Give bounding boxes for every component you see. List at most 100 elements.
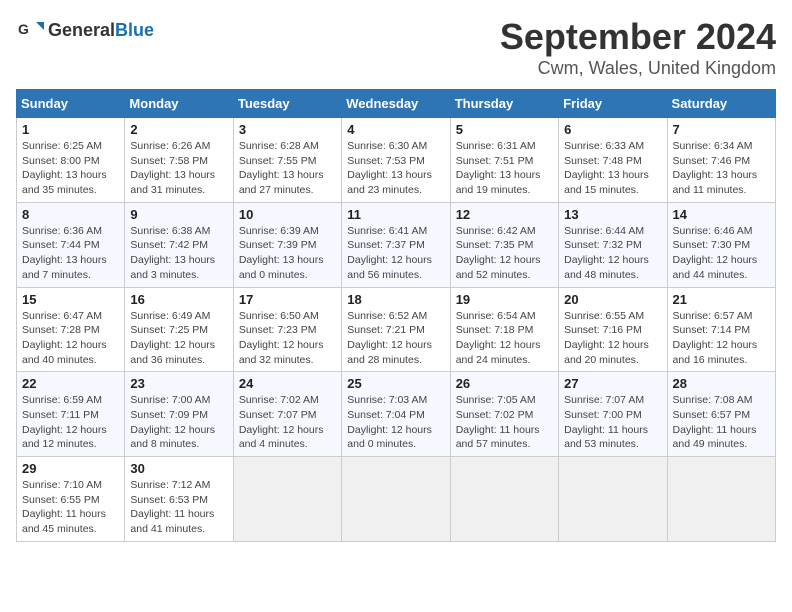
day-number: 26 — [456, 376, 553, 391]
day-number: 27 — [564, 376, 661, 391]
calendar-cell: 27 Sunrise: 7:07 AMSunset: 7:00 PMDayligh… — [559, 372, 667, 457]
day-detail: Sunrise: 6:49 AMSunset: 7:25 PMDaylight:… — [130, 309, 227, 368]
day-detail: Sunrise: 7:12 AMSunset: 6:53 PMDaylight:… — [130, 478, 227, 537]
day-number: 7 — [673, 122, 770, 137]
calendar-cell — [233, 457, 341, 542]
day-detail: Sunrise: 7:08 AMSunset: 6:57 PMDaylight:… — [673, 393, 770, 452]
day-detail: Sunrise: 6:52 AMSunset: 7:21 PMDaylight:… — [347, 309, 444, 368]
calendar-cell: 11Sunrise: 6:41 AMSunset: 7:37 PMDayligh… — [342, 202, 450, 287]
day-number: 9 — [130, 207, 227, 222]
weekday-header-saturday: Saturday — [667, 90, 775, 118]
calendar-cell: 20Sunrise: 6:55 AMSunset: 7:16 PMDayligh… — [559, 287, 667, 372]
day-number: 10 — [239, 207, 336, 222]
month-title: September 2024 — [500, 16, 776, 58]
day-detail: Sunrise: 7:02 AMSunset: 7:07 PMDaylight:… — [239, 393, 336, 452]
day-detail: Sunrise: 6:55 AMSunset: 7:16 PMDaylight:… — [564, 309, 661, 368]
calendar-cell: 24 Sunrise: 7:02 AMSunset: 7:07 PMDayligh… — [233, 372, 341, 457]
day-number: 25 — [347, 376, 444, 391]
logo-blue: Blue — [115, 20, 154, 40]
calendar-cell: 17 Sunrise: 6:50 AMSunset: 7:23 PMDayligh… — [233, 287, 341, 372]
calendar-cell: 9 Sunrise: 6:38 AMSunset: 7:42 PMDaylight… — [125, 202, 233, 287]
calendar-cell: 26 Sunrise: 7:05 AMSunset: 7:02 PMDayligh… — [450, 372, 558, 457]
day-number: 2 — [130, 122, 227, 137]
calendar-cell: 22 Sunrise: 6:59 AMSunset: 7:11 PMDayligh… — [17, 372, 125, 457]
day-number: 16 — [130, 292, 227, 307]
day-detail: Sunrise: 6:36 AMSunset: 7:44 PMDaylight:… — [22, 224, 119, 283]
day-number: 6 — [564, 122, 661, 137]
calendar-cell: 29Sunrise: 7:10 AMSunset: 6:55 PMDayligh… — [17, 457, 125, 542]
day-detail: Sunrise: 7:05 AMSunset: 7:02 PMDaylight:… — [456, 393, 553, 452]
day-detail: Sunrise: 7:07 AMSunset: 7:00 PMDaylight:… — [564, 393, 661, 452]
day-number: 23 — [130, 376, 227, 391]
day-detail: Sunrise: 6:47 AMSunset: 7:28 PMDaylight:… — [22, 309, 119, 368]
logo: G GeneralBlue — [16, 16, 154, 44]
calendar-cell: 10 Sunrise: 6:39 AMSunset: 7:39 PMDayligh… — [233, 202, 341, 287]
day-detail: Sunrise: 6:50 AMSunset: 7:23 PMDaylight:… — [239, 309, 336, 368]
calendar-cell: 19 Sunrise: 6:54 AMSunset: 7:18 PMDayligh… — [450, 287, 558, 372]
day-number: 15 — [22, 292, 119, 307]
calendar-cell — [450, 457, 558, 542]
calendar-week-2: 8 Sunrise: 6:36 AMSunset: 7:44 PMDaylight… — [17, 202, 776, 287]
day-number: 14 — [673, 207, 770, 222]
day-detail: Sunrise: 6:31 AMSunset: 7:51 PMDaylight:… — [456, 139, 553, 198]
day-detail: Sunrise: 6:25 AMSunset: 8:00 PMDaylight:… — [22, 139, 119, 198]
day-number: 8 — [22, 207, 119, 222]
calendar-cell: 15 Sunrise: 6:47 AMSunset: 7:28 PMDayligh… — [17, 287, 125, 372]
weekday-header-row: SundayMondayTuesdayWednesdayThursdayFrid… — [17, 90, 776, 118]
day-detail: Sunrise: 7:00 AMSunset: 7:09 PMDaylight:… — [130, 393, 227, 452]
day-detail: Sunrise: 6:39 AMSunset: 7:39 PMDaylight:… — [239, 224, 336, 283]
calendar-cell: 14 Sunrise: 6:46 AMSunset: 7:30 PMDayligh… — [667, 202, 775, 287]
day-number: 29 — [22, 461, 119, 476]
weekday-header-monday: Monday — [125, 90, 233, 118]
day-number: 5 — [456, 122, 553, 137]
calendar-cell: 23 Sunrise: 7:00 AMSunset: 7:09 PMDayligh… — [125, 372, 233, 457]
day-detail: Sunrise: 6:46 AMSunset: 7:30 PMDaylight:… — [673, 224, 770, 283]
day-number: 3 — [239, 122, 336, 137]
day-detail: Sunrise: 6:38 AMSunset: 7:42 PMDaylight:… — [130, 224, 227, 283]
page-header: G GeneralBlue September 2024 Cwm, Wales,… — [16, 16, 776, 79]
calendar-cell: 21Sunrise: 6:57 AMSunset: 7:14 PMDayligh… — [667, 287, 775, 372]
day-detail: Sunrise: 7:03 AMSunset: 7:04 PMDaylight:… — [347, 393, 444, 452]
day-number: 12 — [456, 207, 553, 222]
calendar-week-1: 1 Sunrise: 6:25 AMSunset: 8:00 PMDaylight… — [17, 118, 776, 203]
weekday-header-sunday: Sunday — [17, 90, 125, 118]
calendar-cell: 4Sunrise: 6:30 AMSunset: 7:53 PMDaylight… — [342, 118, 450, 203]
day-number: 13 — [564, 207, 661, 222]
day-number: 17 — [239, 292, 336, 307]
calendar-cell: 5 Sunrise: 6:31 AMSunset: 7:51 PMDaylight… — [450, 118, 558, 203]
calendar-cell: 12 Sunrise: 6:42 AMSunset: 7:35 PMDayligh… — [450, 202, 558, 287]
day-number: 28 — [673, 376, 770, 391]
day-number: 24 — [239, 376, 336, 391]
day-number: 18 — [347, 292, 444, 307]
day-detail: Sunrise: 6:41 AMSunset: 7:37 PMDaylight:… — [347, 224, 444, 283]
calendar-cell: 2 Sunrise: 6:26 AMSunset: 7:58 PMDaylight… — [125, 118, 233, 203]
calendar-cell: 7 Sunrise: 6:34 AMSunset: 7:46 PMDaylight… — [667, 118, 775, 203]
day-detail: Sunrise: 6:44 AMSunset: 7:32 PMDaylight:… — [564, 224, 661, 283]
day-detail: Sunrise: 6:54 AMSunset: 7:18 PMDaylight:… — [456, 309, 553, 368]
calendar-cell: 16 Sunrise: 6:49 AMSunset: 7:25 PMDayligh… — [125, 287, 233, 372]
calendar-cell: 8 Sunrise: 6:36 AMSunset: 7:44 PMDaylight… — [17, 202, 125, 287]
day-number: 4 — [347, 122, 444, 137]
day-number: 21 — [673, 292, 770, 307]
calendar-cell — [667, 457, 775, 542]
day-number: 19 — [456, 292, 553, 307]
day-number: 1 — [22, 122, 119, 137]
calendar-cell: 13 Sunrise: 6:44 AMSunset: 7:32 PMDayligh… — [559, 202, 667, 287]
weekday-header-wednesday: Wednesday — [342, 90, 450, 118]
day-number: 22 — [22, 376, 119, 391]
calendar-cell: 3Sunrise: 6:28 AMSunset: 7:55 PMDaylight… — [233, 118, 341, 203]
calendar-cell: 28 Sunrise: 7:08 AMSunset: 6:57 PMDayligh… — [667, 372, 775, 457]
calendar-week-5: 29Sunrise: 7:10 AMSunset: 6:55 PMDayligh… — [17, 457, 776, 542]
weekday-header-thursday: Thursday — [450, 90, 558, 118]
day-detail: Sunrise: 6:34 AMSunset: 7:46 PMDaylight:… — [673, 139, 770, 198]
weekday-header-tuesday: Tuesday — [233, 90, 341, 118]
calendar-cell: 6Sunrise: 6:33 AMSunset: 7:48 PMDaylight… — [559, 118, 667, 203]
day-detail: Sunrise: 6:59 AMSunset: 7:11 PMDaylight:… — [22, 393, 119, 452]
day-detail: Sunrise: 6:42 AMSunset: 7:35 PMDaylight:… — [456, 224, 553, 283]
calendar-week-3: 15 Sunrise: 6:47 AMSunset: 7:28 PMDayligh… — [17, 287, 776, 372]
calendar-table: SundayMondayTuesdayWednesdayThursdayFrid… — [16, 89, 776, 542]
logo-general: General — [48, 20, 115, 40]
day-detail: Sunrise: 6:26 AMSunset: 7:58 PMDaylight:… — [130, 139, 227, 198]
logo-icon: G — [16, 16, 44, 44]
svg-text:G: G — [18, 21, 29, 37]
